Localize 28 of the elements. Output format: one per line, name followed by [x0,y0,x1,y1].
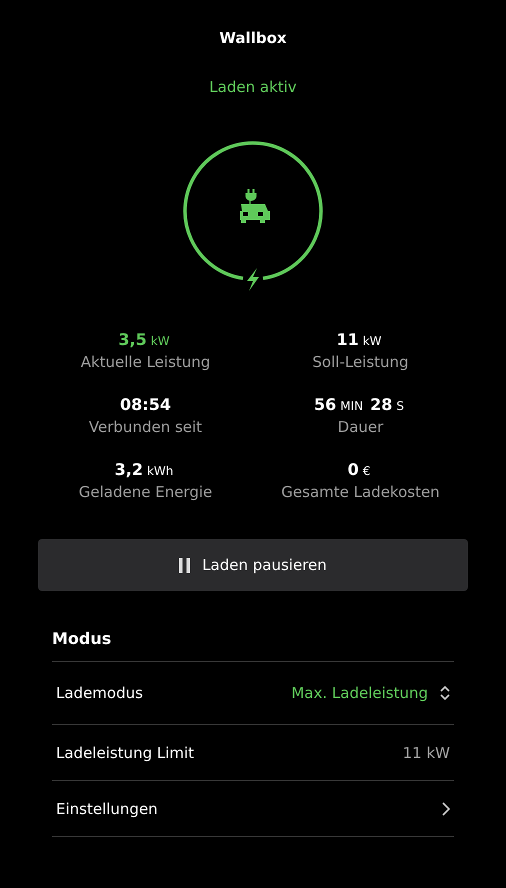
stat-value: 11 kW [336,330,383,349]
charging-status: Laden aktiv [209,78,297,96]
lightning-icon [247,268,259,291]
stat-value: 08:54 [120,395,171,414]
section-title: Modus [52,629,454,662]
chevron-right-icon [442,802,450,816]
stat-value: 0 € [348,460,372,479]
stat-value: 3,2 kWh [114,460,174,479]
setting-value: Max. Ladeleistung [291,684,428,702]
stat-label: Gesamte Ladekosten [281,483,440,501]
setting-row[interactable]: Einstellungen [52,781,454,837]
stat-label: Geladene Energie [78,483,212,501]
car-plug-icon [240,189,270,223]
page-title: Wallbox [219,29,287,49]
stat-label: Aktuelle Leistung [80,353,210,371]
stat-label: Verbunden seit [88,418,202,436]
pause-icon [179,558,190,572]
setting-label: Ladeleistung Limit [56,744,194,762]
setting-label: Lademodus [56,684,143,702]
pause-charging-button[interactable]: Laden pausieren [38,539,468,591]
setting-value: 11 kW [402,744,450,762]
chevron-up-down-icon [440,685,450,701]
stat-value: 3,5 kW [118,330,171,349]
stat-label: Dauer [338,418,384,436]
stat-value: 56 MIN 28 S [314,395,406,414]
setting-row[interactable]: Lademodus Max. Ladeleistung [52,662,454,725]
setting-label: Einstellungen [56,800,158,818]
stat-label: Soll-Leistung [312,353,409,371]
